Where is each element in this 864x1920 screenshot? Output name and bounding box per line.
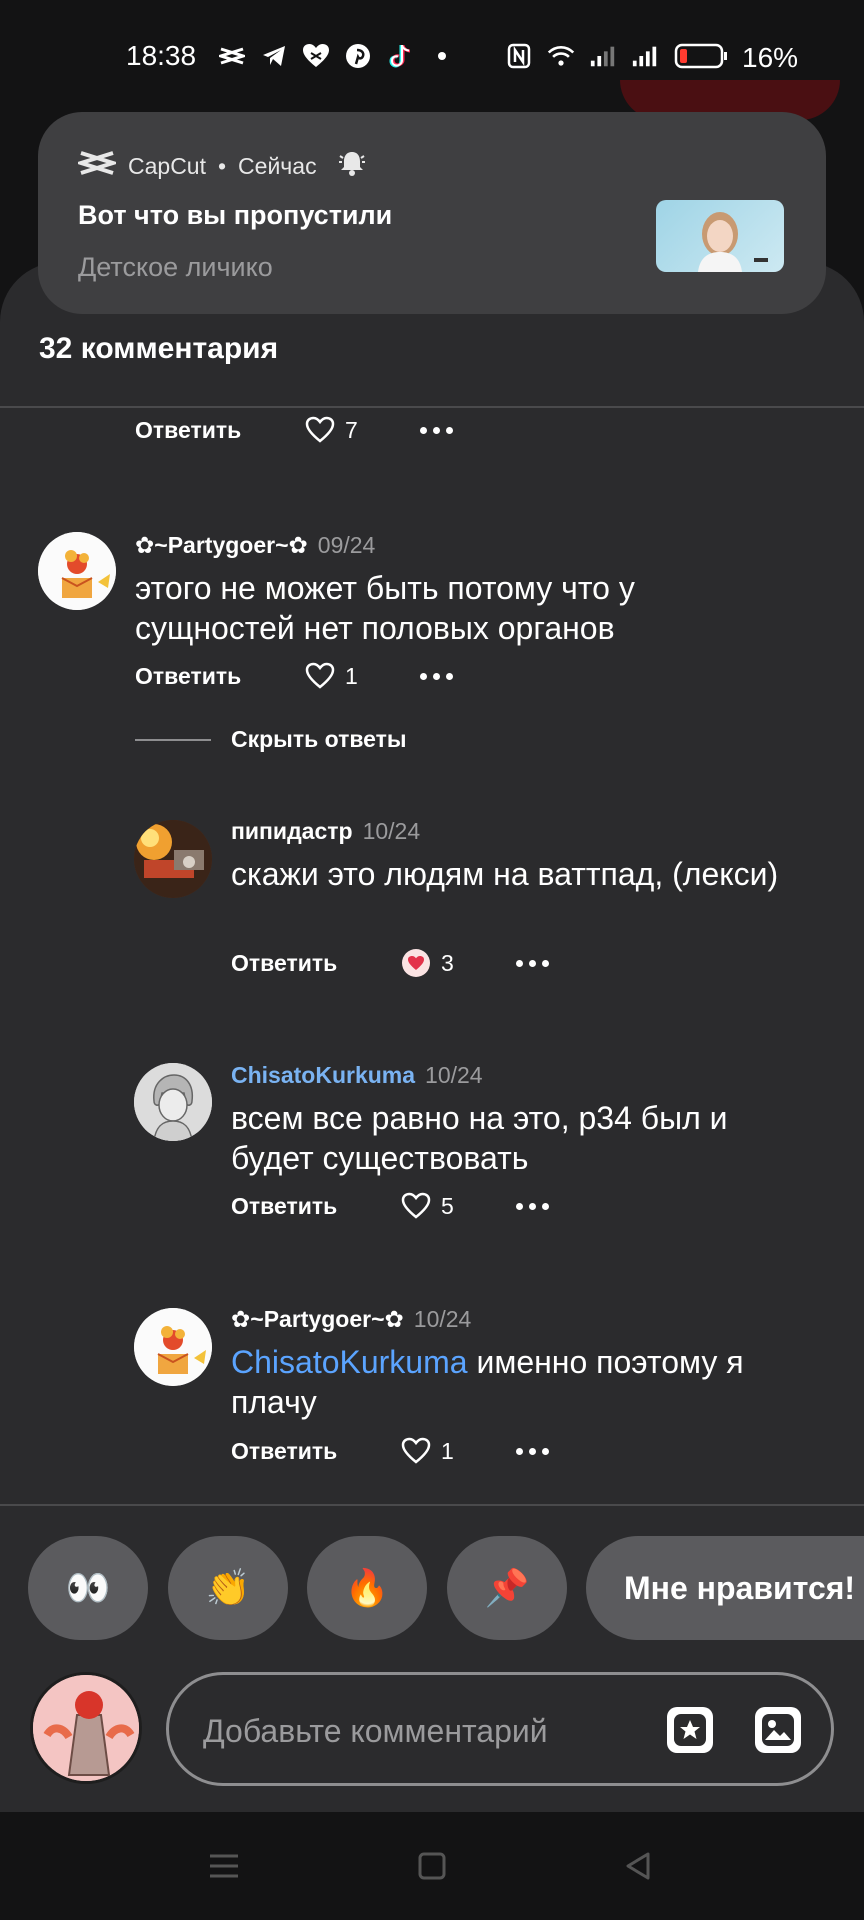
notification-separator: • — [217, 152, 227, 179]
tiktok-icon — [386, 42, 414, 70]
reply-text: всем все равно на это, р34 был и будет с… — [231, 1100, 728, 1176]
quick-reactions-bar: 👀 👏 🔥 📌 Мне нравится! — [0, 1500, 864, 1680]
status-time: 18:38 — [126, 40, 197, 71]
comment-actions: Ответить 7 — [135, 416, 453, 444]
reply-actions: Ответить 5 — [231, 1192, 549, 1220]
like-button[interactable]: 1 — [401, 1437, 516, 1465]
heart-outline-icon — [305, 416, 335, 443]
reply-header: ChisatoKurkuma 10/24 — [231, 1062, 483, 1089]
like-button[interactable]: 1 — [305, 662, 420, 690]
more-options-icon[interactable] — [420, 426, 453, 434]
reply-button[interactable]: Ответить — [135, 663, 305, 690]
bell-icon — [337, 148, 367, 184]
header-divider — [0, 406, 864, 408]
comment-header: ✿~Partygoer~✿ 09/24 — [135, 532, 375, 559]
pinterest-icon — [344, 42, 372, 70]
reply-text: ChisatoKurkuma именно поэтому я плачу — [231, 1342, 811, 1422]
heart-outline-icon — [401, 1437, 431, 1464]
reactions-divider — [0, 1504, 864, 1506]
heart-icon — [302, 42, 330, 70]
my-avatar[interactable] — [30, 1672, 142, 1784]
comment-date: 09/24 — [317, 532, 376, 558]
more-options-icon[interactable] — [516, 959, 549, 967]
back-icon[interactable] — [618, 1846, 658, 1886]
battery-percent: 16% — [742, 42, 799, 73]
hide-replies-button[interactable]: Скрыть ответы — [135, 726, 407, 753]
sticker-icon[interactable] — [667, 1707, 713, 1753]
fire-reaction-button[interactable]: 🔥 — [307, 1536, 427, 1640]
notification-banner[interactable]: CapCut • Сейчас Вот что вы пропустили Де… — [38, 112, 826, 314]
heart-face-reaction-icon — [402, 949, 430, 977]
comment-input-placeholder: Добавьте комментарий — [203, 1713, 548, 1749]
telegram-icon — [260, 42, 288, 70]
avatar[interactable] — [38, 532, 116, 610]
status-bar: 18:38 16% — [0, 0, 864, 120]
like-count: 1 — [345, 662, 358, 689]
comment-actions: Ответить 1 — [135, 662, 453, 690]
system-navigation-bar — [0, 1812, 864, 1920]
notification-time: Сейчас — [238, 152, 317, 179]
like-count: 3 — [441, 949, 454, 976]
like-count: 5 — [441, 1192, 454, 1219]
comment-input[interactable]: Добавьте комментарий — [166, 1672, 834, 1786]
battery-icon — [673, 42, 729, 70]
reply-header: пипидастр 10/24 — [231, 818, 420, 845]
avatar[interactable] — [134, 820, 212, 898]
like-button[interactable]: 5 — [401, 1192, 516, 1220]
eyes-reaction-button[interactable]: 👀 — [28, 1536, 148, 1640]
avatar[interactable] — [134, 1308, 212, 1386]
avatar[interactable] — [134, 1063, 212, 1141]
reply-date: 10/24 — [413, 1306, 472, 1332]
image-upload-icon[interactable] — [755, 1707, 801, 1753]
mention-link[interactable]: ChisatoKurkuma — [231, 1344, 468, 1380]
heart-outline-icon — [401, 1192, 431, 1219]
reply-author[interactable]: ✿~Partygoer~✿ — [231, 1306, 404, 1333]
home-icon[interactable] — [412, 1846, 452, 1886]
comment-text: этого не может быть потому что у сущност… — [135, 570, 635, 646]
reply-header: ✿~Partygoer~✿ 10/24 — [231, 1306, 471, 1333]
reply-author[interactable]: ChisatoKurkuma — [231, 1062, 415, 1089]
notification-body: Детское личико — [78, 252, 273, 282]
system-icons — [505, 42, 729, 70]
reply-actions: Ответить 3 — [231, 948, 549, 978]
reply-date: 10/24 — [425, 1062, 483, 1088]
nfc-icon — [505, 42, 533, 70]
signal-icon — [631, 42, 659, 70]
more-options-icon[interactable] — [516, 1202, 549, 1210]
reply-author[interactable]: пипидастр — [231, 818, 353, 845]
notification-title: Вот что вы пропустили — [78, 200, 393, 230]
more-options-icon[interactable] — [420, 672, 453, 680]
notification-icons — [218, 42, 456, 70]
notification-thumbnail — [656, 200, 784, 272]
like-button[interactable]: 3 — [401, 948, 516, 978]
comments-count-title: 32 комментария — [39, 332, 279, 365]
like-count: 1 — [441, 1437, 454, 1464]
like-button[interactable]: 7 — [305, 416, 420, 444]
wifi-icon — [547, 42, 575, 70]
reply-text: скажи это людям на ваттпад, (лекси) — [231, 856, 779, 892]
comment-author[interactable]: ✿~Partygoer~✿ — [135, 532, 308, 559]
hide-replies-label: Скрыть ответы — [231, 726, 407, 752]
dot-icon — [428, 42, 456, 70]
reply-actions: Ответить 1 — [231, 1437, 549, 1465]
capcut-icon — [74, 148, 120, 184]
capcut-icon — [218, 42, 246, 70]
reply-button[interactable]: Ответить — [231, 1438, 401, 1465]
heart-outline-icon — [305, 662, 335, 689]
notification-app-row: CapCut • Сейчас — [74, 148, 367, 184]
more-options-icon[interactable] — [516, 1447, 549, 1455]
comment-input-area: Добавьте комментарий — [0, 1662, 864, 1812]
reply-button[interactable]: Ответить — [231, 1193, 401, 1220]
like-count: 7 — [345, 416, 358, 443]
reply-date: 10/24 — [362, 818, 421, 844]
notification-app-name: CapCut — [128, 152, 206, 179]
reply-button[interactable]: Ответить — [135, 417, 305, 444]
reply-button[interactable]: Ответить — [231, 950, 401, 977]
signal-icon — [589, 42, 617, 70]
menu-icon[interactable] — [204, 1846, 244, 1886]
clap-reaction-button[interactable]: 👏 — [168, 1536, 288, 1640]
like-quick-reply-button[interactable]: Мне нравится! — [586, 1536, 864, 1640]
divider-line — [135, 738, 211, 741]
pin-reaction-button[interactable]: 📌 — [447, 1536, 567, 1640]
